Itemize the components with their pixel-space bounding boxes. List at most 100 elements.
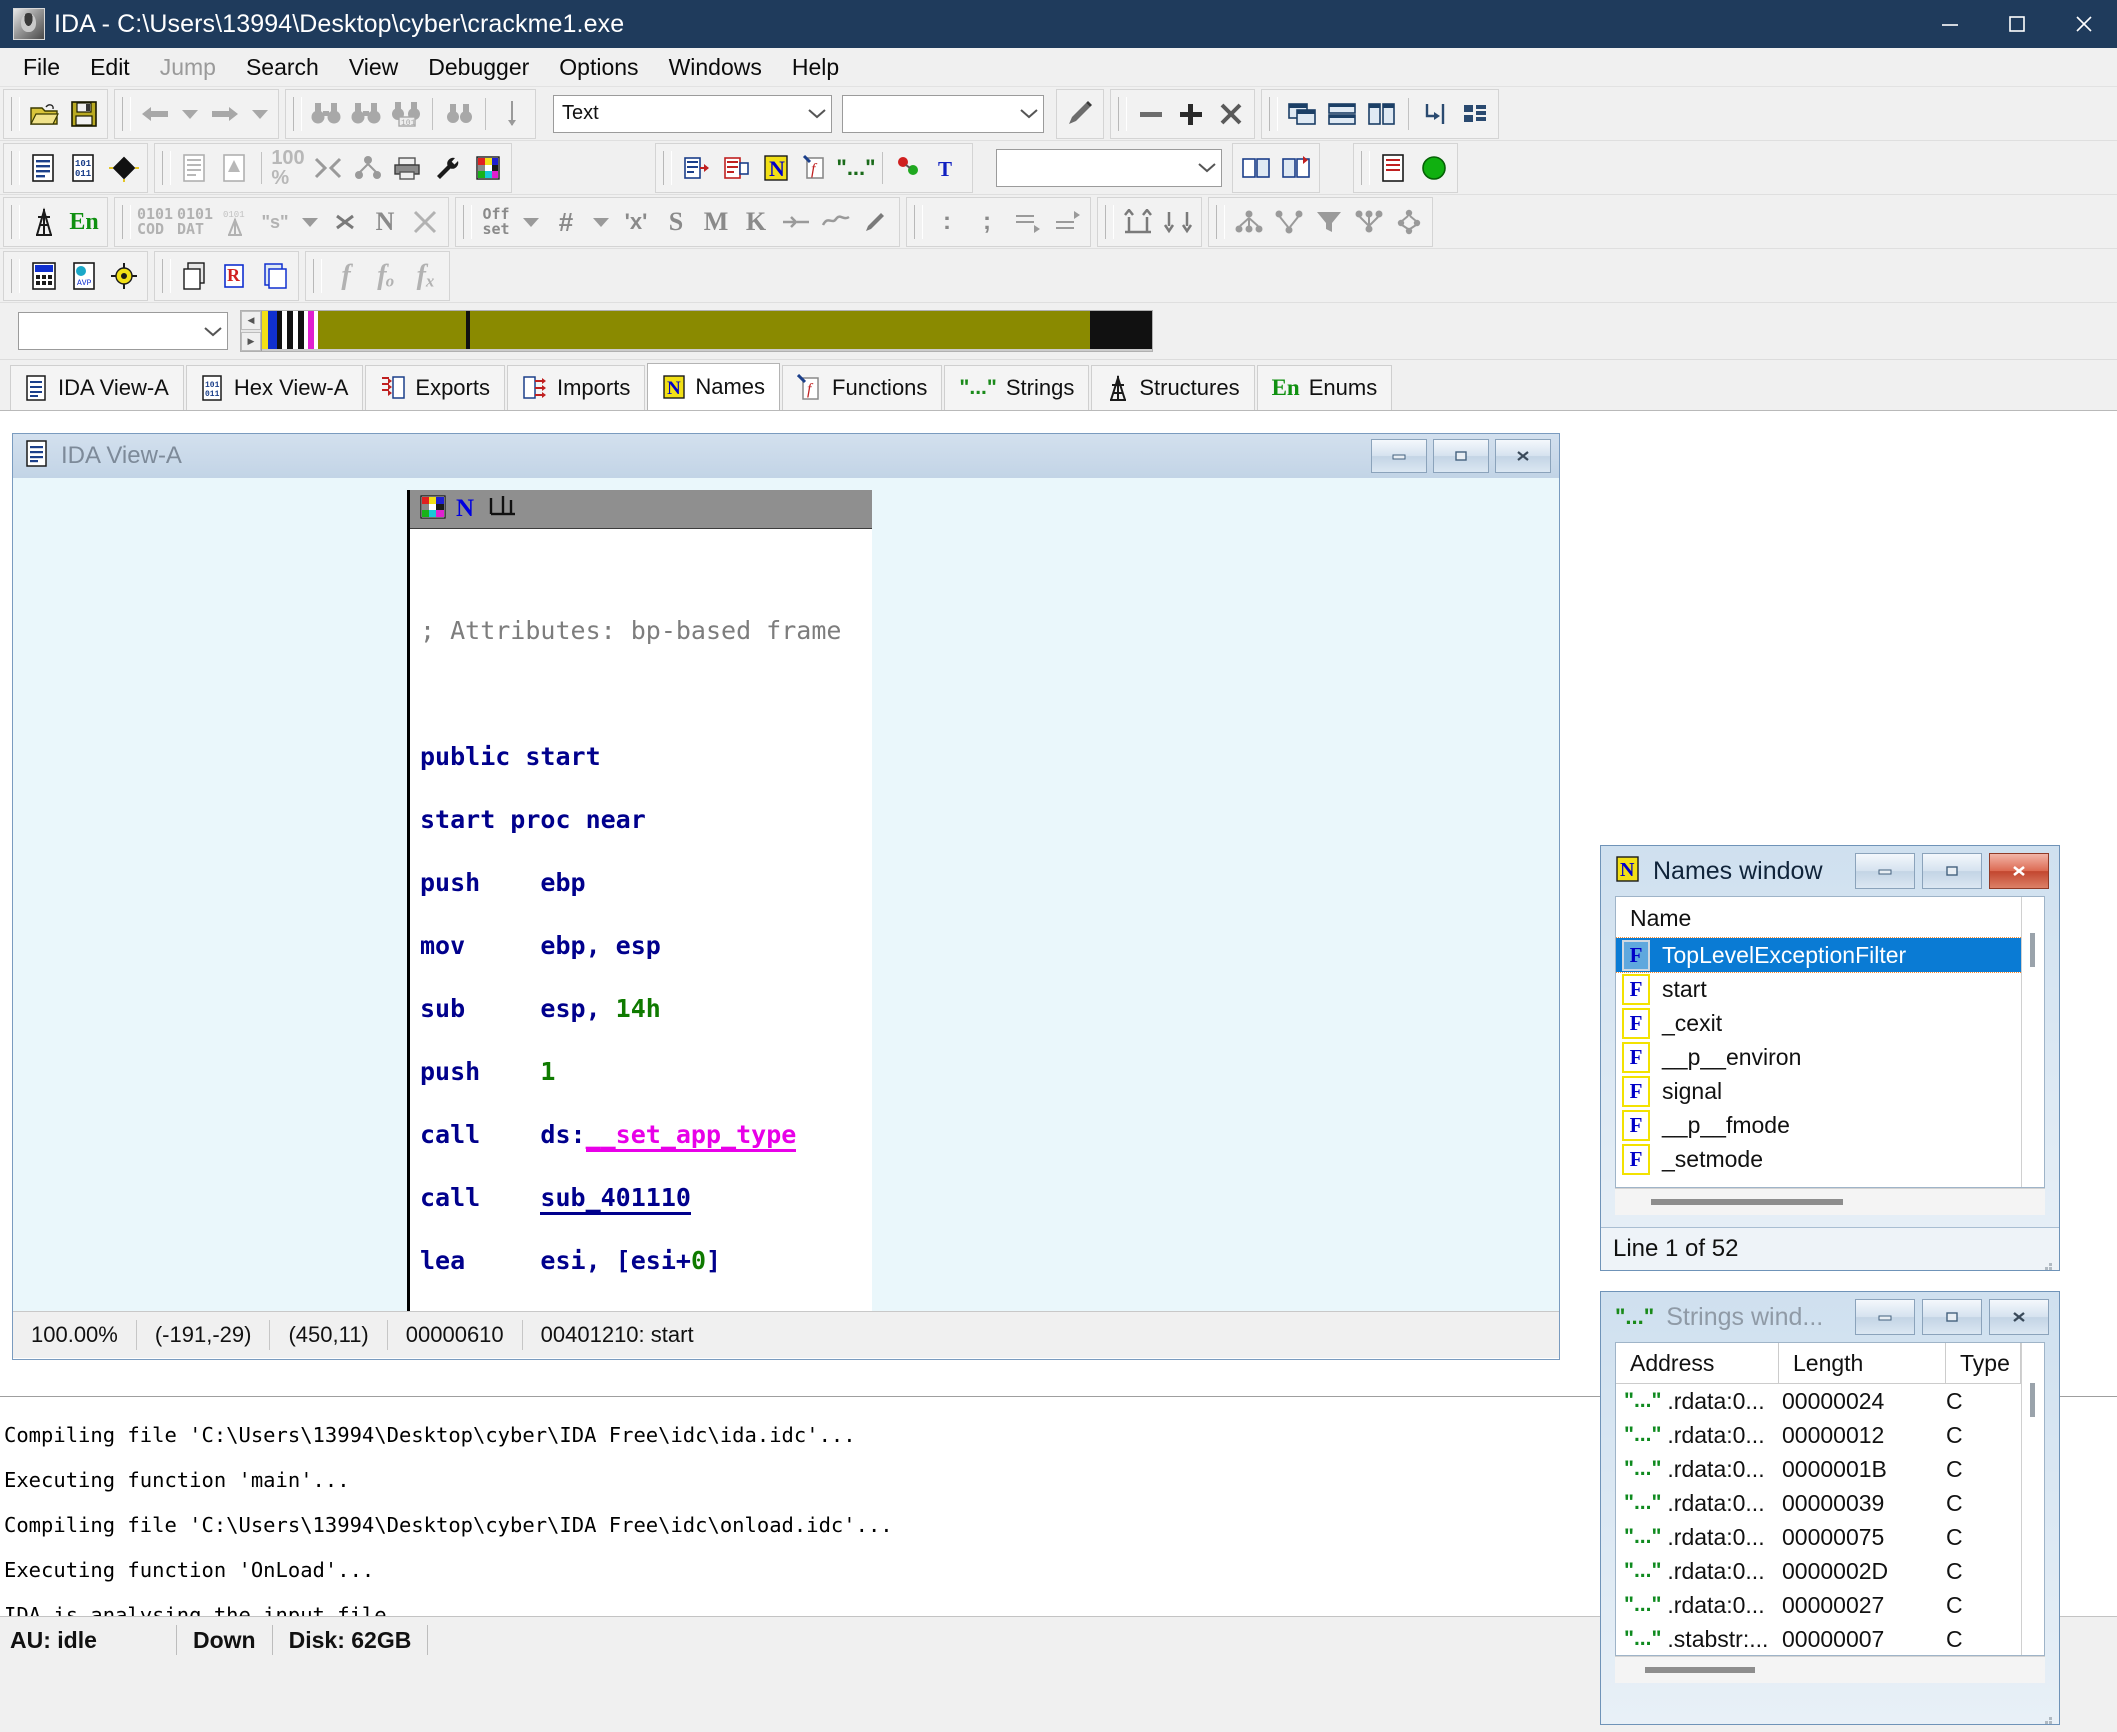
general-registers-icon[interactable] [24,256,64,296]
enums-list-icon[interactable]: T [929,148,969,188]
list-item[interactable]: F signal [1616,1074,2044,1108]
minimize-icon[interactable] [1855,1299,1915,1335]
function-f-icon[interactable]: f [326,256,366,296]
tab-functions[interactable]: f Functions [782,365,943,410]
search-sequence-icon[interactable] [439,94,479,134]
graph-down-arrow-icon[interactable] [1158,202,1198,242]
names-list[interactable]: Name F TopLevelExceptionFilter F start F… [1615,896,2045,1188]
toolbar-grip[interactable] [1361,150,1370,185]
close-icon[interactable] [2050,0,2117,48]
column-header-length[interactable]: Length [1779,1343,1946,1383]
close-icon[interactable] [1989,853,2049,889]
function-start-icon[interactable] [1236,148,1276,188]
disassembly-node[interactable]: N ; Attributes: bp-based frame public st… [407,490,872,1311]
chevron-down-icon[interactable] [807,102,827,125]
menu-item-search[interactable]: Search [233,52,332,83]
anterior-comment-icon[interactable]: ; [967,202,1007,242]
names-column-header[interactable]: Name [1616,897,2044,938]
toolbar-grip[interactable] [11,204,20,239]
disassembly-text[interactable]: ; Attributes: bp-based frame public star… [410,529,872,1312]
percent-progress-icon[interactable]: 100% [268,148,308,188]
toolbar-grip[interactable] [1269,96,1278,131]
function-fx-icon[interactable]: fₓ [406,256,446,296]
toolbar-grip[interactable] [11,258,20,293]
graph-hierarchy-icon[interactable] [1389,202,1429,242]
table-row[interactable]: "..." .rdata:0... 00000075 C [1616,1520,2044,1554]
minimize-icon[interactable] [1855,853,1915,889]
ida-view-a-title-bar[interactable]: IDA View-A [13,434,1559,478]
imports-list-icon[interactable] [676,148,716,188]
names-list-icon[interactable]: N [756,148,796,188]
restore-icon[interactable] [1433,439,1489,473]
minimize-icon[interactable] [1371,439,1427,473]
toolbar-grip[interactable] [1105,204,1114,239]
toolbar-grip[interactable] [11,96,20,131]
collapse-expand-icon[interactable] [308,148,348,188]
list-item[interactable]: F start [1616,972,2044,1006]
repeatable-comment-icon[interactable]: : [927,202,967,242]
chevron-down-icon[interactable] [203,320,223,343]
toolbar-grip[interactable] [463,204,472,239]
search-binary-icon[interactable]: 101 [386,94,426,134]
debugger-options-icon[interactable]: AVP [64,256,104,296]
open-segments-chip-icon[interactable] [104,148,144,188]
cascade-windows-icon[interactable] [1282,94,1322,134]
toolbar-grip[interactable] [1118,96,1127,131]
navigate-forward-dropdown-icon[interactable] [245,94,275,134]
color-palette-icon[interactable] [468,148,508,188]
list-item[interactable]: F __p__fmode [1616,1108,2044,1142]
restore-icon[interactable] [1922,1299,1982,1335]
edit-comment-pen-icon[interactable] [856,202,896,242]
names-vertical-scrollbar[interactable] [2021,897,2044,1187]
tab-exports[interactable]: Exports [365,365,505,410]
graph-view-icon[interactable] [215,148,255,188]
table-row[interactable]: "..." .rdata:0... 00000012 C [1616,1418,2044,1452]
toolbar-grip[interactable] [11,150,20,185]
toolbar-grip[interactable] [914,204,923,239]
enum-en-icon[interactable]: En [64,202,104,242]
navigate-back-dropdown-icon[interactable] [175,94,205,134]
structures-list-icon[interactable] [889,148,929,188]
add-icon[interactable] [1171,94,1211,134]
navigator-zoom-buttons[interactable]: ◀ ▶ [241,311,262,351]
search-binoculars-icon[interactable] [306,94,346,134]
arrange-icons-icon[interactable] [1415,94,1455,134]
open-disassembly-view-icon[interactable] [24,148,64,188]
graph-pyramid-icon[interactable] [1349,202,1389,242]
graph-crossrefs-icon[interactable] [1269,202,1309,242]
offset-icon[interactable]: Off set [476,202,516,242]
toolbar-grip[interactable] [1216,204,1225,239]
make-struct-icon[interactable]: 0101 [215,202,255,242]
make-array-icon[interactable] [325,202,365,242]
toolbar-grip[interactable] [122,204,131,239]
undefine-x-icon[interactable] [405,202,445,242]
delete-icon[interactable] [1211,94,1251,134]
tab-strings[interactable]: "..." Strings [944,365,1090,410]
open-hex-view-icon[interactable]: 101 011 [64,148,104,188]
resize-grip-icon[interactable] [2039,1250,2053,1270]
xor-format-icon[interactable]: 'x' [616,202,656,242]
list-view-icon[interactable] [175,148,215,188]
table-row[interactable]: "..." .rdata:0... 0000001B C [1616,1452,2044,1486]
chevron-down-icon[interactable] [1019,102,1039,125]
strings-column-headers[interactable]: Address Length Type [1616,1343,2044,1384]
remove-icon[interactable] [1131,94,1171,134]
table-row[interactable]: "..." .rdata:0... 00000039 C [1616,1486,2044,1520]
tab-ida-view-a[interactable]: IDA View-A [10,365,184,410]
strings-list-icon[interactable]: "..." [836,148,876,188]
make-data-icon[interactable]: 0101 DAT [175,202,215,242]
tab-enums[interactable]: En Enums [1256,365,1393,410]
print-icon[interactable] [388,148,428,188]
toolbar-grip[interactable] [663,150,672,185]
menu-item-edit[interactable]: Edit [77,52,143,83]
resize-grip-icon[interactable] [2039,1704,2053,1724]
restore-icon[interactable] [1922,853,1982,889]
manual-operand-m-icon[interactable]: M [696,202,736,242]
toolbar-grip[interactable] [313,258,322,293]
menu-item-help[interactable]: Help [779,52,852,83]
graph-up-arrow-icon[interactable] [1118,202,1158,242]
table-row[interactable]: "..." .stabstr:... 00000007 C [1616,1622,2044,1655]
save-icon[interactable] [64,94,104,134]
exports-list-icon[interactable] [716,148,756,188]
copy-to-clipboard-icon[interactable] [255,256,295,296]
